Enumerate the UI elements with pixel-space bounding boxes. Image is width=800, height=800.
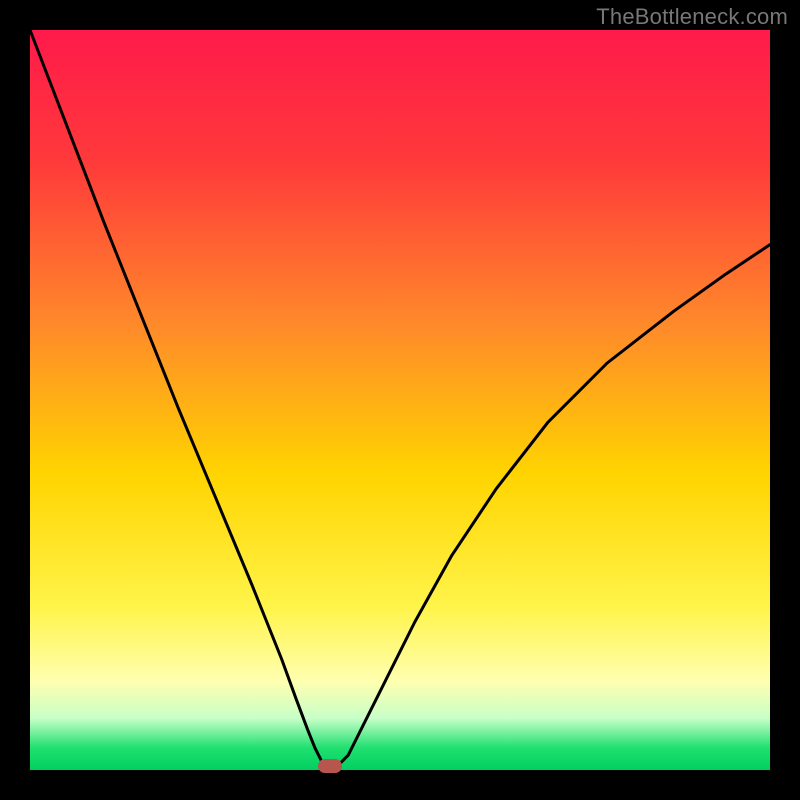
- chart-frame: TheBottleneck.com: [0, 0, 800, 800]
- optimal-point-marker: [318, 759, 342, 773]
- watermark-text: TheBottleneck.com: [596, 4, 788, 30]
- bottleneck-curve: [30, 30, 770, 770]
- plot-area: [30, 30, 770, 770]
